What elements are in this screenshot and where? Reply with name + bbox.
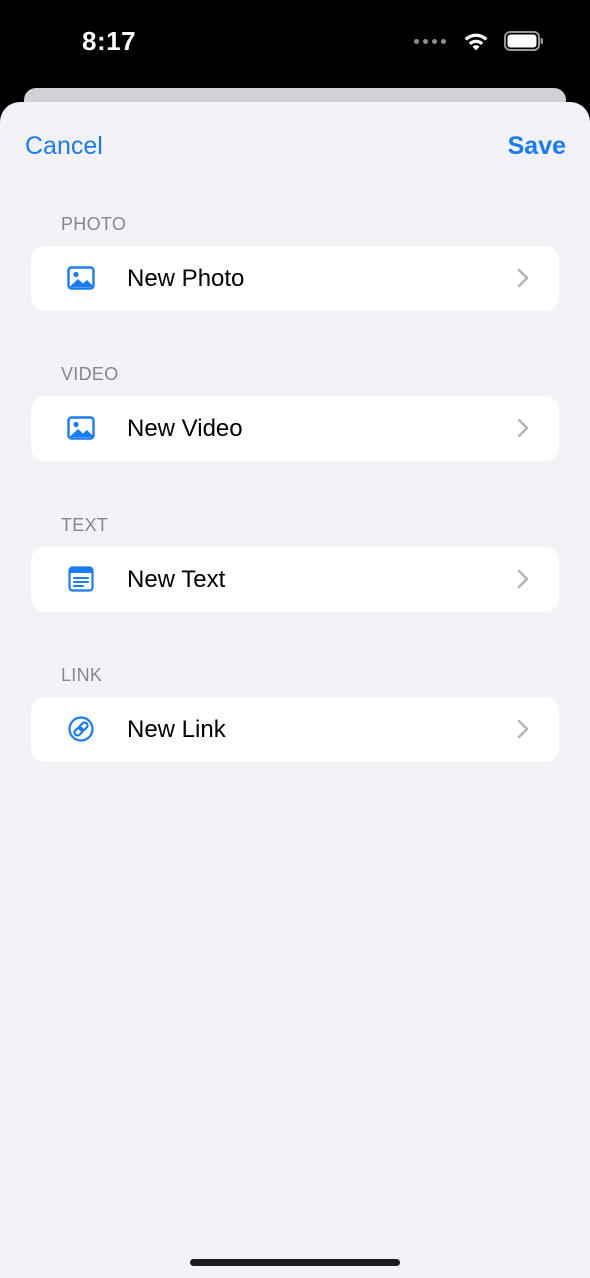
- new-link-row[interactable]: New Link: [31, 697, 559, 762]
- section-header: PHOTO: [61, 214, 127, 234]
- battery-icon: [504, 31, 543, 51]
- section-header: TEXT: [61, 515, 109, 535]
- sheet: Cancel Save PHOTO New Photo VIDEO New Vi…: [0, 102, 590, 1278]
- chevron-right-icon: [517, 569, 529, 589]
- chevron-right-icon: [517, 719, 529, 739]
- row-label: New Video: [127, 415, 243, 442]
- chevron-right-icon: [517, 418, 529, 438]
- chevron-right-icon: [517, 268, 529, 288]
- cancel-button[interactable]: Cancel: [25, 132, 103, 161]
- section-header: VIDEO: [61, 364, 119, 384]
- text-document-icon: [68, 566, 94, 592]
- new-text-row[interactable]: New Text: [31, 547, 559, 612]
- row-label: New Link: [127, 716, 226, 743]
- save-button[interactable]: Save: [508, 132, 566, 161]
- status-bar: 8:17: [0, 0, 590, 88]
- home-indicator[interactable]: [190, 1259, 400, 1266]
- photo-icon: [67, 416, 95, 440]
- row-label: New Text: [127, 566, 226, 593]
- status-time: 8:17: [82, 26, 137, 56]
- status-icons: [414, 30, 544, 52]
- wifi-icon: [464, 33, 488, 51]
- row-label: New Photo: [127, 265, 245, 292]
- link-icon: [68, 716, 94, 742]
- cellular-signal-icon: [414, 38, 446, 44]
- new-photo-row[interactable]: New Photo: [31, 246, 559, 311]
- photo-icon: [67, 266, 95, 290]
- new-video-row[interactable]: New Video: [31, 396, 559, 461]
- section-header: LINK: [61, 665, 103, 685]
